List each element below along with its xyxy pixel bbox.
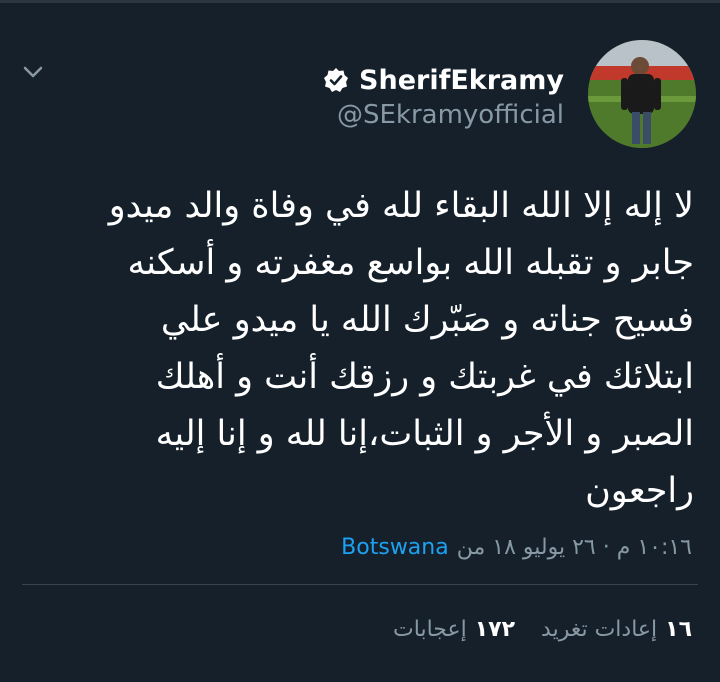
retweets-label: إعادات تغريد	[541, 616, 658, 642]
author-name-row[interactable]: SherifEkramy	[323, 60, 564, 100]
likes-count: ١٧٢	[474, 616, 516, 642]
source-link[interactable]: Botswana	[341, 535, 449, 560]
retweets-count: ١٦	[665, 616, 692, 642]
timestamp: ١٠:١٦ م · ٢٦ يوليو ١٨ من	[456, 534, 692, 560]
likes-label: إعجابات	[393, 616, 467, 642]
user-handle[interactable]: @SEkramyofficial	[337, 100, 564, 130]
retweets-stat[interactable]: ١٦ إعادات تغريد	[541, 617, 692, 642]
likes-stat[interactable]: ١٧٢ إعجابات	[393, 617, 515, 642]
tweet-meta: Botswana ١٠:١٦ م · ٢٦ يوليو ١٨ من	[341, 532, 692, 562]
chevron-down-icon[interactable]	[22, 64, 44, 80]
avatar[interactable]	[588, 40, 696, 148]
divider	[22, 584, 698, 585]
top-divider	[0, 0, 720, 3]
tweet-text: لا إله إلا الله البقاء لله في وفاة والد …	[108, 186, 694, 511]
engagement-stats: ١٦ إعادات تغريد ١٧٢ إعجابات	[393, 612, 692, 646]
display-name[interactable]: SherifEkramy	[359, 65, 564, 96]
verified-badge-icon	[324, 68, 349, 92]
